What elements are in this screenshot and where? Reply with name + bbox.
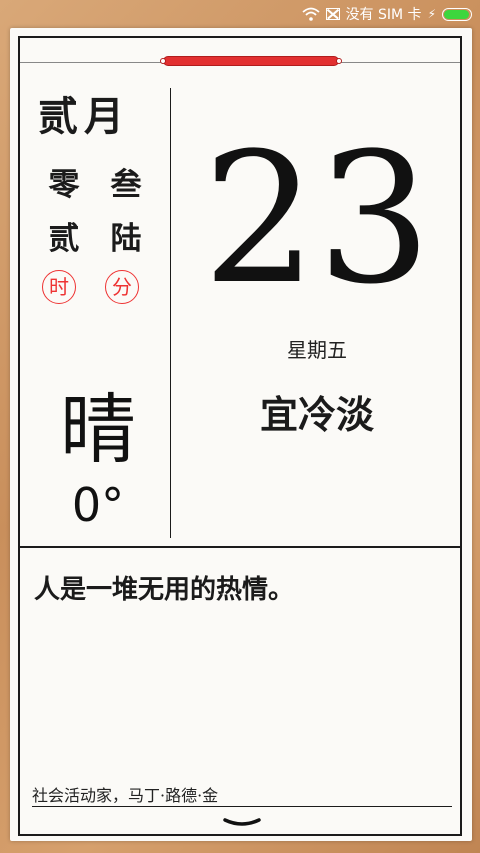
status-icons: 没有 SIM 卡 ⚡ [301,5,472,23]
minute-stamp: 分 [105,270,139,304]
card-frame: 贰月 零 贰 叁 陆 时 分 晴 0° 23 星期五 宜冷淡 人是一堆无用的热情… [18,36,462,836]
minute-digits: 叁 陆 [106,158,146,266]
temperature: 0° [71,478,125,532]
hour-digit-tens: 零 [48,167,80,203]
chevron-down-icon[interactable] [222,816,262,830]
sim-status-text: 没有 SIM 卡 [345,7,422,23]
minute-digit-ones: 陆 [110,221,142,257]
wifi-icon [301,7,320,21]
vertical-divider [170,88,171,538]
daily-advice: 宜冷淡 [259,392,374,437]
hour-digit-ones: 贰 [48,221,80,257]
month-label: 贰月 [38,93,130,140]
binding-bar [160,56,342,66]
status-bar: 没有 SIM 卡 ⚡ [0,0,480,28]
weather-condition: 晴 [60,385,136,474]
no-sim-icon [325,8,340,20]
day-number: 23 [202,115,432,324]
minute-digit-tens: 叁 [110,167,142,203]
calendar-card[interactable]: 贰月 零 贰 叁 陆 时 分 晴 0° 23 星期五 宜冷淡 人是一堆无用的热情… [10,28,472,841]
charging-icon: ⚡ [427,7,436,21]
quote-text: 人是一堆无用的热情。 [34,575,295,605]
author-underline [32,806,452,807]
quote-author: 社会活动家，马丁·路德·金 [32,786,219,805]
battery-level [444,9,469,19]
hour-stamp: 时 [42,270,76,304]
weekday-label: 星期五 [287,338,347,362]
horizontal-divider [20,546,460,548]
battery-icon [442,7,472,21]
hour-digits: 零 贰 [44,158,84,266]
